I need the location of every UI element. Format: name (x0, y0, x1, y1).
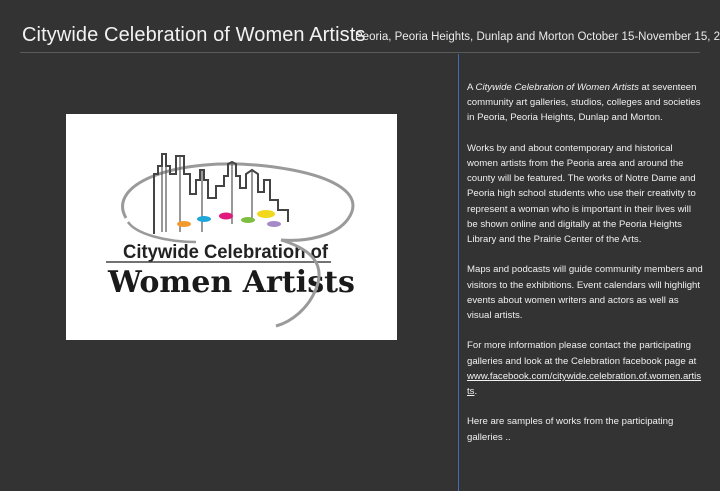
event-name-emphasis: Citywide Celebration of Women Artists (475, 82, 639, 93)
pink-paint-blob (219, 212, 233, 220)
celebration-logo: Citywide Celebration of Women Artists (66, 114, 397, 340)
green-paint-blob (241, 217, 255, 223)
blue-paint-blob (197, 216, 211, 222)
header-divider (20, 52, 700, 53)
logo-graphic: Citywide Celebration of Women Artists (106, 153, 355, 328)
maps-paragraph: Maps and podcasts will guide community m… (467, 264, 703, 322)
header: Citywide Celebration of Women Artists Pe… (0, 0, 720, 54)
description-column: A Citywide Celebration of Women Artists … (467, 80, 703, 460)
works-paragraph: Works by and about contemporary and hist… (467, 142, 696, 246)
intro-paragraph: A Citywide Celebration of Women Artists … (467, 82, 701, 124)
purple-paint-blob (267, 221, 281, 227)
facebook-link[interactable]: www.facebook.com/citywide.celebration.of… (467, 371, 701, 397)
orange-paint-blob (177, 221, 191, 227)
page-subtitle: Peoria, Peoria Heights, Dunlap and Morto… (355, 31, 720, 43)
column-divider (458, 54, 459, 491)
samples-paragraph: Here are samples of works from the parti… (467, 416, 674, 443)
info-paragraph: For more information please contact the … (467, 340, 702, 398)
yellow-paint-blob (257, 210, 275, 218)
page-title: Citywide Celebration of Women Artists (22, 24, 366, 46)
